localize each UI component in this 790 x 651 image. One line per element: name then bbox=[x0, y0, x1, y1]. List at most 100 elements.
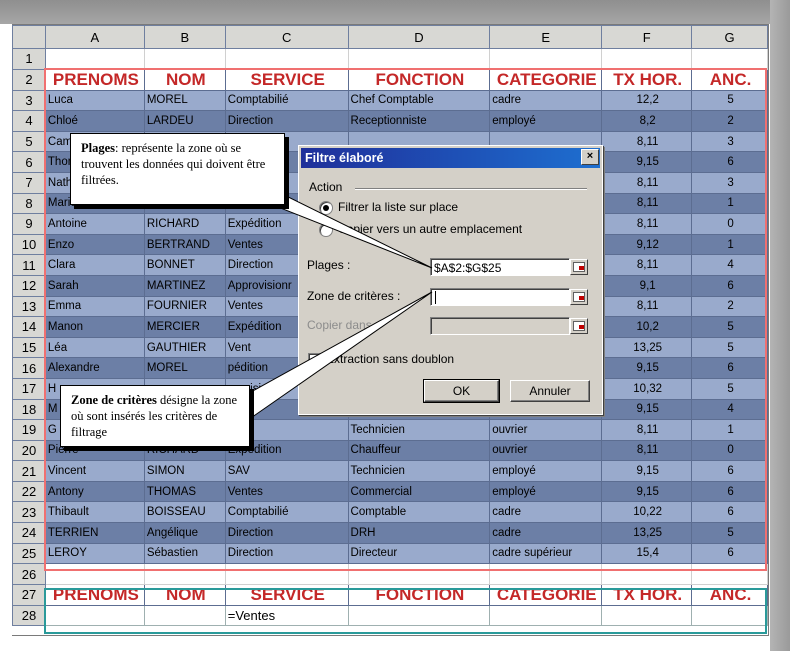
cell-f19[interactable]: 8,11 bbox=[601, 419, 693, 441]
cell-f20[interactable]: 8,11 bbox=[601, 439, 693, 462]
cell-d1[interactable] bbox=[347, 48, 491, 70]
column-header-d[interactable]: D bbox=[347, 25, 491, 49]
copier-collapse-button[interactable] bbox=[570, 318, 588, 334]
cell-g20[interactable]: 0 bbox=[691, 439, 768, 462]
cell-g13[interactable]: 2 bbox=[691, 295, 768, 318]
cell-a26[interactable] bbox=[44, 563, 145, 585]
cell-b14[interactable]: MERCIER bbox=[143, 316, 226, 338]
cell-b11[interactable]: BONNET bbox=[143, 254, 226, 276]
cell-d27[interactable]: FONCTION bbox=[347, 583, 491, 606]
cell-g5[interactable]: 3 bbox=[691, 130, 768, 153]
cell-f7[interactable]: 8,11 bbox=[601, 171, 693, 194]
row-header[interactable]: 10 bbox=[12, 233, 46, 256]
cell-g1[interactable] bbox=[691, 48, 768, 70]
row-header[interactable]: 23 bbox=[12, 501, 46, 524]
cell-e21[interactable]: employé bbox=[489, 460, 603, 482]
cell-g27[interactable]: ANC. bbox=[691, 583, 768, 606]
cell-f1[interactable] bbox=[601, 48, 693, 70]
row-header[interactable]: 12 bbox=[12, 274, 46, 297]
cell-b12[interactable]: MARTINEZ bbox=[143, 274, 226, 297]
row-header[interactable]: 7 bbox=[12, 171, 46, 194]
row-header[interactable]: 8 bbox=[12, 192, 46, 215]
cell-f14[interactable]: 10,2 bbox=[601, 316, 693, 338]
cell-f13[interactable]: 8,11 bbox=[601, 295, 693, 318]
cell-a2[interactable]: PRENOMS bbox=[44, 68, 145, 91]
row-header[interactable]: 15 bbox=[12, 336, 46, 359]
cell-c1[interactable] bbox=[224, 48, 349, 70]
row-header[interactable]: 14 bbox=[12, 316, 46, 338]
cell-b24[interactable]: Angélique bbox=[143, 522, 226, 544]
cell-a15[interactable]: Léa bbox=[44, 336, 145, 359]
cell-d4[interactable]: Receptionniste bbox=[347, 110, 491, 132]
cell-d2[interactable]: FONCTION bbox=[347, 68, 491, 91]
cell-e25[interactable]: cadre supérieur bbox=[489, 542, 603, 565]
cell-d23[interactable]: Comptable bbox=[347, 501, 491, 524]
unique-records-label[interactable]: Extraction sans doublon bbox=[326, 352, 454, 366]
row-header[interactable]: 13 bbox=[12, 295, 46, 318]
row-header[interactable]: 21 bbox=[12, 460, 46, 482]
cell-a13[interactable]: Emma bbox=[44, 295, 145, 318]
cell-a4[interactable]: Chloé bbox=[44, 110, 145, 132]
cell-f18[interactable]: 9,15 bbox=[601, 398, 693, 421]
radio-copy-elsewhere-label[interactable]: Copier vers un autre emplacement bbox=[338, 222, 522, 236]
cell-d20[interactable]: Chauffeur bbox=[347, 439, 491, 462]
row-header[interactable]: 1 bbox=[12, 48, 46, 70]
cell-g6[interactable]: 6 bbox=[691, 151, 768, 173]
cell-b4[interactable]: LARDEU bbox=[143, 110, 226, 132]
cell-e24[interactable]: cadre bbox=[489, 522, 603, 544]
cell-f24[interactable]: 13,25 bbox=[601, 522, 693, 544]
radio-copy-elsewhere[interactable] bbox=[319, 223, 333, 237]
cell-d21[interactable]: Technicien bbox=[347, 460, 491, 482]
row-header[interactable]: 28 bbox=[12, 604, 46, 627]
cell-f12[interactable]: 9,1 bbox=[601, 274, 693, 297]
cell-b9[interactable]: RICHARD bbox=[143, 213, 226, 235]
row-header[interactable]: 27 bbox=[12, 583, 46, 606]
cell-b27[interactable]: NOM bbox=[143, 583, 226, 606]
cell-f22[interactable]: 9,15 bbox=[601, 480, 693, 503]
cell-g23[interactable]: 6 bbox=[691, 501, 768, 524]
cell-a28[interactable] bbox=[44, 604, 145, 627]
cell-a16[interactable]: Alexandre bbox=[44, 357, 145, 379]
criteres-collapse-button[interactable] bbox=[570, 289, 588, 305]
cell-b13[interactable]: FOURNIER bbox=[143, 295, 226, 318]
unique-records-checkbox[interactable] bbox=[308, 353, 321, 366]
row-header[interactable]: 17 bbox=[12, 377, 46, 400]
cell-g2[interactable]: ANC. bbox=[691, 68, 768, 91]
cell-d24[interactable]: DRH bbox=[347, 522, 491, 544]
cell-d26[interactable] bbox=[347, 563, 491, 585]
close-button[interactable]: × bbox=[581, 149, 599, 165]
cell-c28[interactable]: =Ventes bbox=[224, 604, 349, 627]
cell-a24[interactable]: TERRIEN bbox=[44, 522, 145, 544]
cell-f3[interactable]: 12,2 bbox=[601, 89, 693, 112]
cell-g17[interactable]: 5 bbox=[691, 377, 768, 400]
cell-g8[interactable]: 1 bbox=[691, 192, 768, 215]
cell-g28[interactable] bbox=[691, 604, 768, 627]
cell-c22[interactable]: Ventes bbox=[224, 480, 349, 503]
cell-g16[interactable]: 6 bbox=[691, 357, 768, 379]
cell-f28[interactable] bbox=[601, 604, 693, 627]
cell-f9[interactable]: 8,11 bbox=[601, 213, 693, 235]
row-header[interactable]: 25 bbox=[12, 542, 46, 565]
cell-a10[interactable]: Enzo bbox=[44, 233, 145, 256]
cell-b28[interactable] bbox=[143, 604, 226, 627]
cell-e2[interactable]: CATEGORIE bbox=[489, 68, 603, 91]
cell-g18[interactable]: 4 bbox=[691, 398, 768, 421]
select-all-corner[interactable] bbox=[12, 25, 46, 49]
cell-a21[interactable]: Vincent bbox=[44, 460, 145, 482]
cell-e19[interactable]: ouvrier bbox=[489, 419, 603, 441]
cell-f10[interactable]: 9,12 bbox=[601, 233, 693, 256]
cell-f15[interactable]: 13,25 bbox=[601, 336, 693, 359]
cell-g9[interactable]: 0 bbox=[691, 213, 768, 235]
cell-g21[interactable]: 6 bbox=[691, 460, 768, 482]
cell-b22[interactable]: THOMAS bbox=[143, 480, 226, 503]
cell-c23[interactable]: Comptabilié bbox=[224, 501, 349, 524]
cell-f23[interactable]: 10,22 bbox=[601, 501, 693, 524]
row-header[interactable]: 2 bbox=[12, 68, 46, 91]
cell-a14[interactable]: Manon bbox=[44, 316, 145, 338]
cell-d25[interactable]: Directeur bbox=[347, 542, 491, 565]
row-header[interactable]: 22 bbox=[12, 480, 46, 503]
radio-filter-in-place[interactable] bbox=[319, 201, 333, 215]
cell-b23[interactable]: BOISSEAU bbox=[143, 501, 226, 524]
cell-f2[interactable]: TX HOR. bbox=[601, 68, 693, 91]
cell-f16[interactable]: 9,15 bbox=[601, 357, 693, 379]
